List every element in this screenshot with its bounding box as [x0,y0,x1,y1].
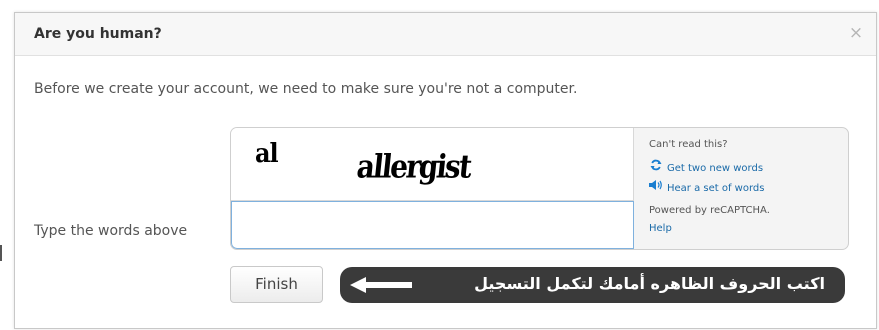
dialog-header: Are you human? × [15,13,876,56]
page: ▔▔▔▔▔▔▔▔▔▔▔▔▔▔▔▔▔▔▔▔▔▔▔▔▔▔▔▔▔▔▔▔▔▔ Are y… [0,0,879,330]
captcha-response-input[interactable] [231,201,634,249]
get-new-words-link[interactable]: Get two new words [649,159,763,174]
powered-by-label: Powered by reCAPTCHA. [649,205,770,216]
instruction-text: اكتب الحروف الظاهره أمامك لتكمل التسجيل [474,274,825,293]
get-new-words-label: Get two new words [667,163,764,174]
help-link[interactable]: Help [649,223,672,234]
arrow-left-icon [350,277,412,293]
cant-read-label: Can't read this? [649,139,728,150]
captcha-word-2: allergist [355,147,472,186]
finish-button[interactable]: Finish [230,266,323,303]
type-words-label: Type the words above [34,223,188,239]
background-edge [0,245,2,261]
close-button[interactable]: × [848,25,864,42]
speaker-icon [649,179,663,194]
dialog-title: Are you human? [34,26,162,42]
captcha-dialog: Are you human? × Before we create your a… [14,12,877,329]
refresh-icon [649,159,663,174]
intro-text: Before we create your account, we need t… [34,81,578,97]
captcha-word-1: al [255,136,279,169]
recaptcha-widget: al allergist Can't read this? Get two ne… [230,127,849,250]
arabic-instruction-banner: اكتب الحروف الظاهره أمامك لتكمل التسجيل [340,267,845,303]
hear-words-link[interactable]: Hear a set of words [649,179,764,194]
captcha-image: al allergist [231,128,634,201]
hear-words-label: Hear a set of words [667,183,765,194]
background-page-strip: ▔▔▔▔▔▔▔▔▔▔▔▔▔▔▔▔▔▔▔▔▔▔▔▔▔▔▔▔▔▔▔▔▔▔ [210,0,437,6]
